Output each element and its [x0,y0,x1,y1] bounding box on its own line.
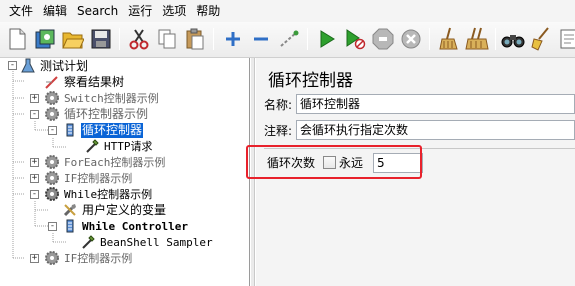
comment-field[interactable]: 会循环执行指定次数 [296,120,575,140]
menu-options[interactable]: 选项 [157,0,191,22]
reset-search-icon[interactable] [528,26,554,52]
tree-item-switch-controller-example[interactable]: Switch控制器示例 [44,90,160,106]
templates-icon[interactable] [32,26,58,52]
start-no-pause-icon[interactable] [342,26,368,52]
stop-icon[interactable] [370,26,396,52]
new-icon[interactable] [4,26,30,52]
search-icon[interactable] [500,26,526,52]
comment-label: 注释: [264,123,293,138]
tree-item-label: HTTP请求 [104,139,153,153]
tree-item-label: 测试计划 [40,58,89,73]
gear-icon [45,171,59,185]
expand-toggle[interactable]: + [30,158,39,167]
comment-row: 注释: 会循环执行指定次数 [264,119,575,141]
tree-item-while-controller-example[interactable]: While控制器示例 [44,186,153,202]
menu-help[interactable]: 帮助 [191,0,225,22]
tree-item-while-controller[interactable]: While Controller [62,218,189,234]
copy-icon[interactable] [154,26,180,52]
toggle-icon[interactable] [276,26,302,52]
tree-item-if-controller-example[interactable]: IF控制器示例 [44,170,133,186]
gear-icon [45,91,59,105]
tree-item-label: While Controller [82,219,188,233]
save-icon[interactable] [88,26,114,52]
cut-icon[interactable] [126,26,152,52]
tree-item-loop-controller-example[interactable]: 循环控制器示例 [44,106,149,122]
tree-item-foreach-controller-example[interactable]: ForEach控制器示例 [44,154,166,170]
name-row: 名称: 循环控制器 [264,93,575,115]
tree-item-label: 用户定义的变量 [82,202,167,217]
start-icon[interactable] [314,26,340,52]
menu-bar: 文件 编辑 Search 运行 选项 帮助 [0,0,575,22]
tree-item-view-results[interactable]: 察看结果树 [44,74,125,90]
results-tree-icon [45,76,58,89]
shutdown-icon[interactable] [398,26,424,52]
tree-item-label: Switch控制器示例 [64,91,159,105]
collapse-toggle[interactable]: - [48,222,57,231]
tree-item-if-controller-example-2[interactable]: IF控制器示例 [44,250,133,266]
clear-all-icon[interactable] [464,26,490,52]
paste-icon[interactable] [182,26,208,52]
collapse-toggle[interactable]: - [30,190,39,199]
tree-item-label: While控制器示例 [64,187,153,201]
loop-controller-icon [66,219,74,233]
menu-search[interactable]: Search [72,0,123,22]
expand-icon[interactable] [220,26,246,52]
test-plan-tree: - 测试计划 察看结果树 + Switch控制器示例 - 循环控制器示例 - 循… [0,58,250,286]
toolbar [0,22,575,58]
sampler-pipette-icon [82,235,95,249]
tree-item-label: 察看结果树 [64,74,125,89]
collapse-toggle[interactable]: - [8,61,17,70]
sampler-pipette-icon [86,139,99,153]
tree-item-beanshell-sampler[interactable]: BeanShell Sampler [80,234,214,250]
menu-run[interactable]: 运行 [123,0,157,22]
function-helper-icon[interactable] [556,26,575,52]
expand-toggle[interactable]: + [30,174,39,183]
tree-item-test-plan[interactable]: 测试计划 [20,58,89,74]
loop-controller-icon [66,123,74,137]
gear-icon [45,155,59,169]
tree-item-label: BeanShell Sampler [100,235,213,249]
gear-icon [45,107,59,121]
clear-icon[interactable] [436,26,462,52]
collapse-toggle[interactable]: - [30,110,39,119]
gear-icon [45,187,59,201]
name-field[interactable]: 循环控制器 [296,94,575,114]
tree-item-http-request[interactable]: HTTP请求 [84,138,154,154]
menu-file[interactable]: 文件 [4,0,38,22]
highlight-box [246,145,422,179]
tree-item-user-defined-variables[interactable]: 用户定义的变量 [62,202,167,218]
flask-icon [21,58,35,73]
panel-title: 循环控制器 [268,71,353,91]
tree-item-label: ForEach控制器示例 [64,155,166,169]
tree-item-label: 循环控制器示例 [64,106,149,121]
menu-edit[interactable]: 编辑 [38,0,72,22]
tree-item-label: 循环控制器 [81,122,144,138]
expand-toggle[interactable]: + [30,94,39,103]
tree-item-loop-controller[interactable]: 循环控制器 [62,122,144,138]
name-label: 名称: [264,97,293,112]
collapse-icon[interactable] [248,26,274,52]
collapse-toggle[interactable]: - [48,126,57,135]
expand-toggle[interactable]: + [30,254,39,263]
open-icon[interactable] [60,26,86,52]
wrench-icon [63,204,76,217]
tree-item-label: IF控制器示例 [64,251,133,265]
gear-icon [45,251,59,265]
tree-item-label: IF控制器示例 [64,171,133,185]
